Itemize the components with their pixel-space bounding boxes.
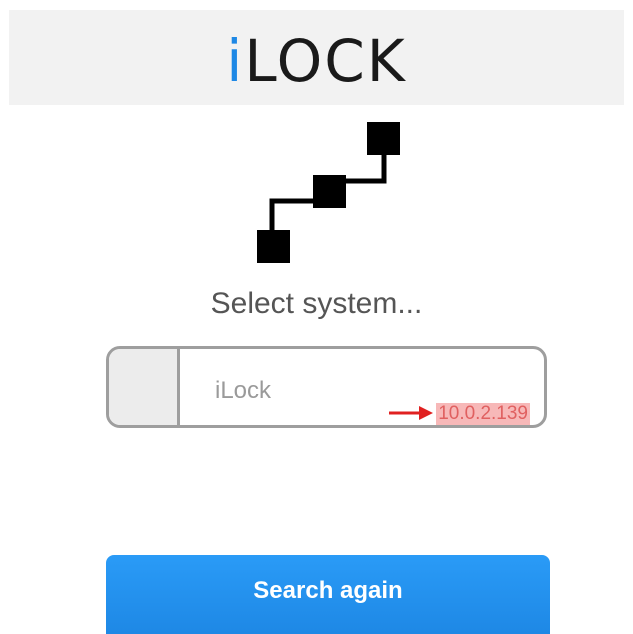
system-name: iLock bbox=[215, 377, 272, 404]
select-system-prompt: Select system... bbox=[210, 287, 423, 320]
app-header: iLOCK bbox=[9, 10, 624, 105]
search-again-button[interactable]: Search again bbox=[106, 555, 550, 634]
app-logo: iLOCK bbox=[9, 30, 624, 92]
network-nodes-icon bbox=[257, 122, 400, 263]
red-arrow-icon bbox=[389, 406, 433, 420]
system-list-item[interactable]: iLock 10.0.2.139 bbox=[106, 346, 547, 428]
logo-prefix: i bbox=[226, 27, 245, 95]
page: iLOCK Select system... iLock 10.0.2.139 … bbox=[0, 0, 633, 634]
logo-text: LOCK bbox=[244, 27, 407, 95]
system-ip-address: 10.0.2.139 bbox=[436, 403, 530, 425]
system-thumbnail bbox=[109, 349, 180, 425]
